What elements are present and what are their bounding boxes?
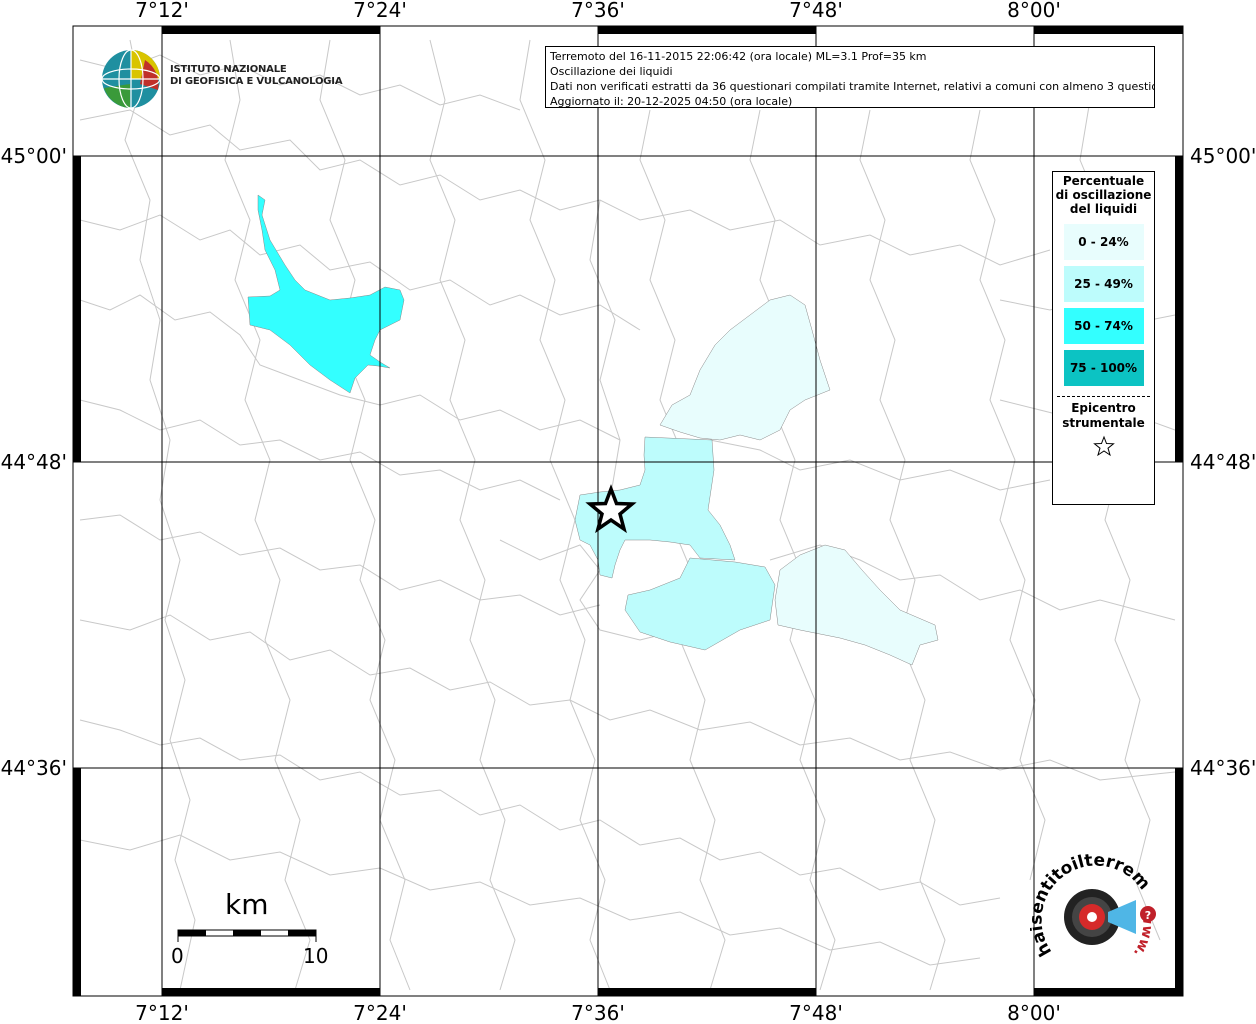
- scale-min: 0: [171, 944, 184, 968]
- lon-label-top: 7°36': [571, 0, 625, 22]
- info-source: Dati non verificati estratti da 36 quest…: [550, 80, 1155, 93]
- lon-label-bottom: 7°36': [571, 1001, 625, 1024]
- lat-label-left: 44°48': [1, 450, 67, 474]
- globe-icon: [101, 49, 161, 109]
- earthquake-info-box: Terremoto del 16-11-2015 22:06:42 (ora l…: [545, 46, 1155, 108]
- lat-label-left: 45°00': [1, 144, 67, 168]
- info-updated: Aggiornato il: 20-12-2025 04:50 (ora loc…: [550, 95, 793, 108]
- legend-title: Percentuale di oscillazione del liquidi: [1055, 174, 1152, 216]
- legend-class-50-74: 50 - 74%: [1063, 308, 1144, 344]
- lon-label-bottom: 7°24': [353, 1001, 407, 1024]
- legend-divider: [1057, 396, 1150, 397]
- scale-unit: km: [225, 888, 269, 921]
- legend-class-label: 25 - 49%: [1074, 277, 1133, 291]
- ingv-name-line2: DI GEOFISICA E VULCANOLOGIA: [170, 76, 343, 87]
- info-parameter: Oscillazione dei liquidi: [550, 65, 673, 78]
- lat-label-left: 44°36': [1, 756, 67, 780]
- legend-class-25-49: 25 - 49%: [1063, 266, 1144, 302]
- longitude-labels-bottom: 7°12' 7°24' 7°36' 7°48' 8°00': [135, 1001, 1061, 1024]
- hsit-logo: haisentitoilterremoto.it www. ?: [1024, 837, 1170, 977]
- scale-max: 10: [303, 944, 329, 968]
- ingv-name-line1: ISTITUTO NAZIONALE: [170, 64, 287, 75]
- latitude-labels-left: 45°00' 44°48' 44°36': [1, 144, 67, 780]
- lon-label-top: 7°48': [789, 0, 843, 22]
- target-icon: [1064, 889, 1136, 945]
- ingv-name: ISTITUTO NAZIONALE DI GEOFISICA E VULCAN…: [170, 64, 343, 88]
- lat-label-right: 44°36': [1190, 756, 1256, 780]
- lon-label-top: 7°12': [135, 0, 189, 22]
- legend-class-0-24: 0 - 24%: [1063, 224, 1144, 260]
- legend-epicenter-label: Epicentro strumentale: [1062, 401, 1145, 430]
- longitude-labels-top: 7°12' 7°24' 7°36' 7°48' 8°00': [135, 0, 1061, 22]
- lon-label-top: 7°24': [353, 0, 407, 22]
- legend-class-label: 50 - 74%: [1074, 319, 1133, 333]
- legend-class-label: 0 - 24%: [1078, 235, 1129, 249]
- legend-class-label: 75 - 100%: [1069, 361, 1138, 375]
- lon-label-bottom: 8°00': [1007, 1001, 1061, 1024]
- lon-label-top: 8°00': [1007, 0, 1061, 22]
- info-event: Terremoto del 16-11-2015 22:06:42 (ora l…: [550, 50, 927, 63]
- legend-class-75-100: 75 - 100%: [1063, 350, 1144, 386]
- lat-label-right: 44°48': [1190, 450, 1256, 474]
- lat-label-right: 45°00': [1190, 144, 1256, 168]
- lon-label-bottom: 7°48': [789, 1001, 843, 1024]
- legend: Percentuale di oscillazione del liquidi …: [1052, 171, 1155, 505]
- lon-label-bottom: 7°12': [135, 1001, 189, 1024]
- legend-star-icon: [1053, 435, 1154, 461]
- svg-text:?: ?: [1145, 909, 1151, 922]
- latitude-labels-right: 45°00' 44°48' 44°36': [1190, 144, 1256, 780]
